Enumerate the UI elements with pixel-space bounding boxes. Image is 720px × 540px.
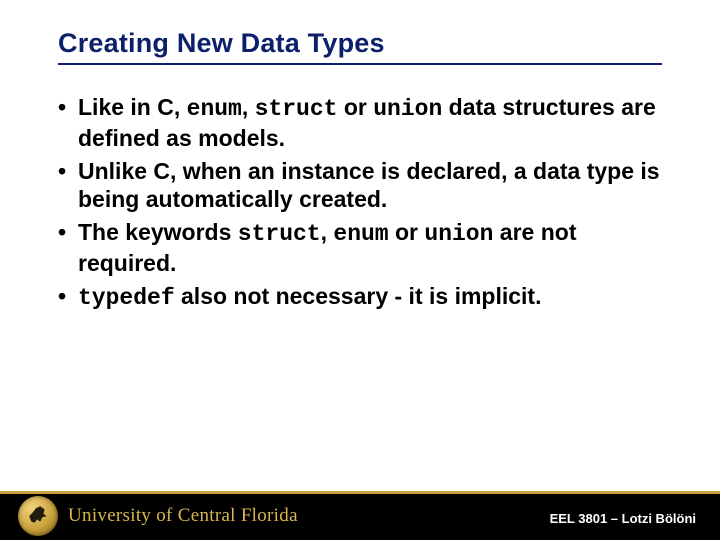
- bullet-item: Unlike C, when an instance is declared, …: [58, 157, 662, 215]
- text: or: [337, 94, 373, 120]
- code-struct: struct: [255, 96, 338, 122]
- code-typedef: typedef: [78, 285, 175, 311]
- university-name: University of Central Florida: [68, 505, 298, 527]
- text: The keywords: [78, 219, 238, 245]
- bullet-item: Like in C, enum, struct or union data st…: [58, 93, 662, 153]
- footer: University of Central Florida EEL 3801 –…: [0, 484, 720, 540]
- text: also not necessary - it is implicit.: [175, 283, 542, 309]
- code-union: union: [424, 221, 493, 247]
- text: ,: [321, 219, 334, 245]
- bullet-item: typedef also not necessary - it is impli…: [58, 282, 662, 313]
- slide-title: Creating New Data Types: [58, 28, 662, 59]
- university-logo: University of Central Florida: [18, 496, 298, 536]
- text: ,: [242, 94, 255, 120]
- code-union: union: [373, 96, 442, 122]
- bullet-item: The keywords struct, enum or union are n…: [58, 218, 662, 278]
- text: Unlike C, when an instance is declared, …: [78, 158, 660, 213]
- pegasus-seal-icon: [18, 496, 58, 536]
- course-label: EEL 3801 – Lotzi Bölöni: [550, 511, 696, 526]
- code-enum: enum: [333, 221, 388, 247]
- text: or: [389, 219, 425, 245]
- text: Like in C,: [78, 94, 187, 120]
- code-enum: enum: [187, 96, 242, 122]
- code-struct: struct: [238, 221, 321, 247]
- title-underline: [58, 63, 662, 65]
- slide: Creating New Data Types Like in C, enum,…: [0, 0, 720, 540]
- bullet-list: Like in C, enum, struct or union data st…: [58, 93, 662, 312]
